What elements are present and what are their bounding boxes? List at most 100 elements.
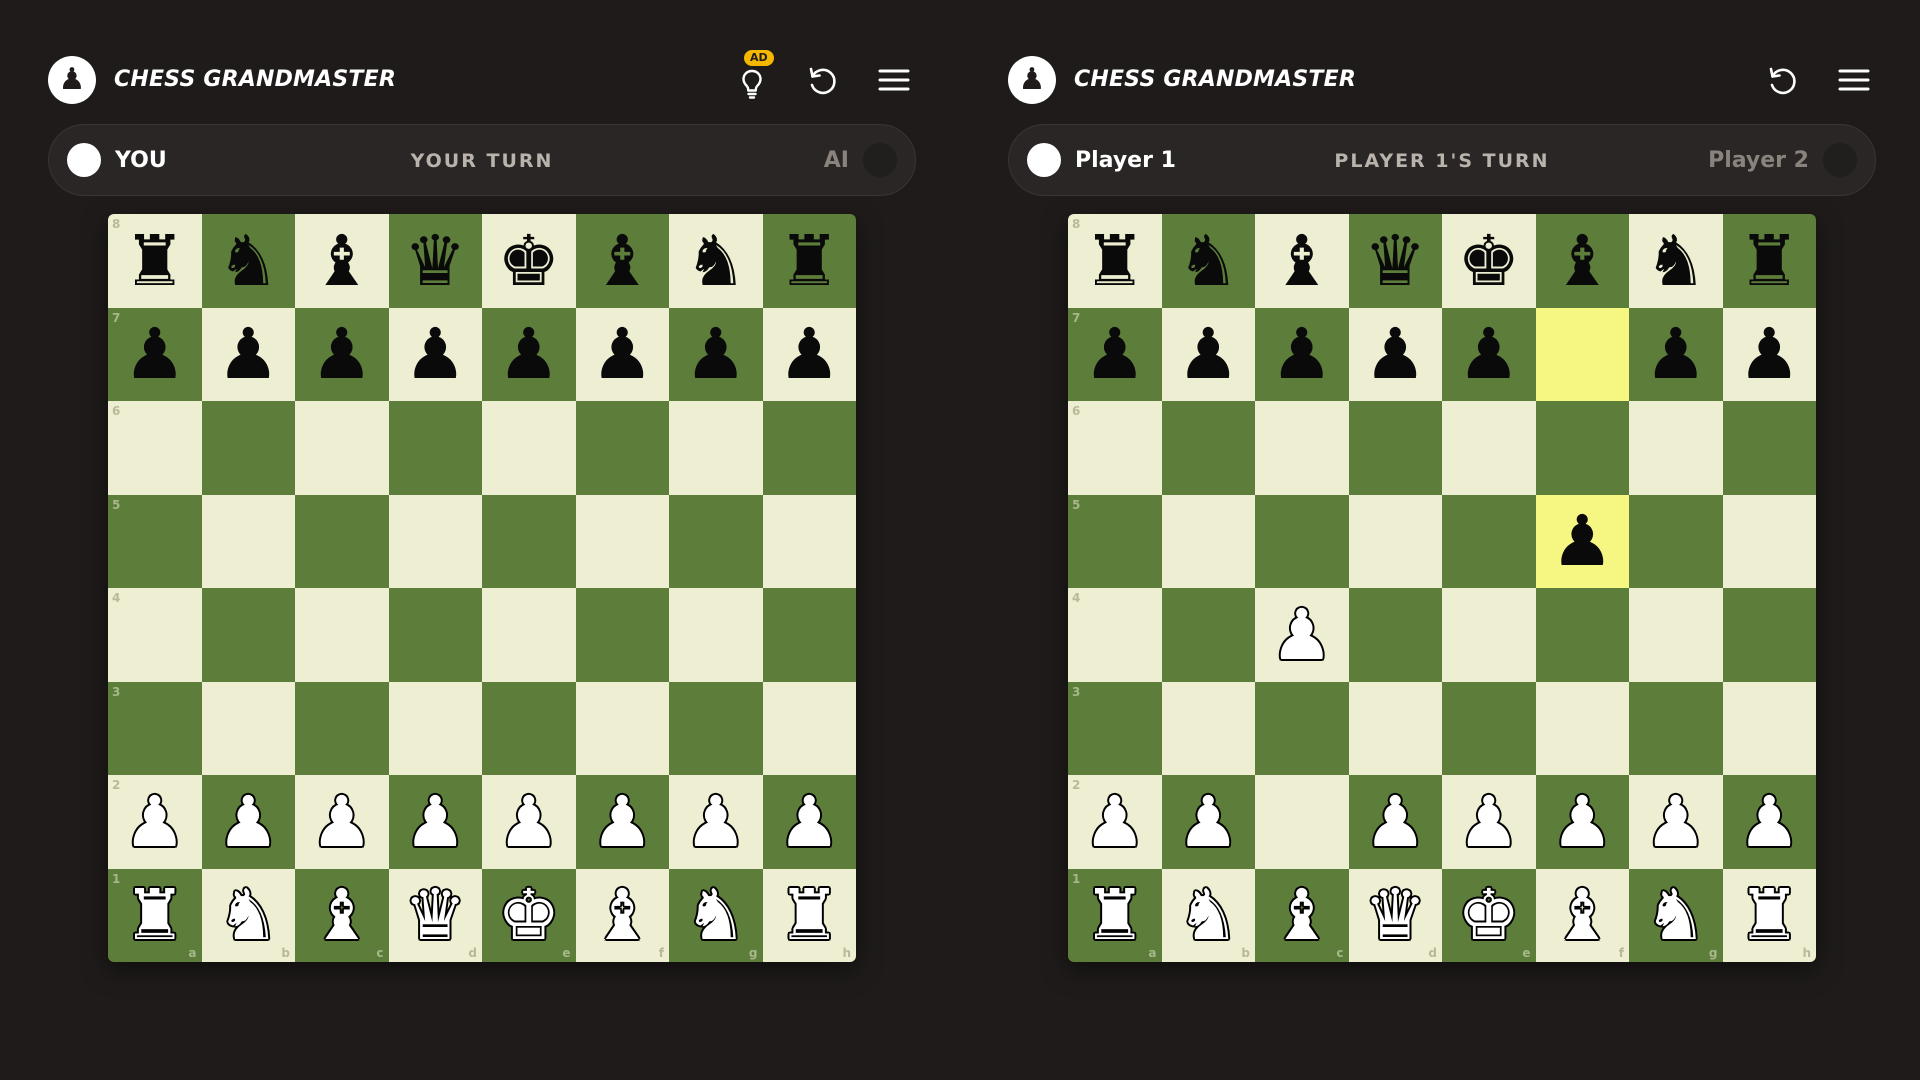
square-f7[interactable] xyxy=(1535,307,1629,401)
black-knight-icon[interactable]: ♞ xyxy=(1644,226,1707,296)
square-e2[interactable]: ♟ xyxy=(482,775,576,869)
black-bishop-icon[interactable]: ♝ xyxy=(1551,226,1614,296)
undo-button[interactable] xyxy=(1758,56,1806,104)
square-c5[interactable] xyxy=(295,494,389,588)
square-f5[interactable] xyxy=(575,494,669,588)
square-g3[interactable] xyxy=(669,681,763,775)
square-f1[interactable]: f ♝ xyxy=(1535,868,1629,962)
square-c6[interactable] xyxy=(295,401,389,495)
square-c3[interactable] xyxy=(1255,681,1349,775)
square-d6[interactable] xyxy=(388,401,482,495)
square-g8[interactable]: ♞ xyxy=(1629,214,1723,308)
square-h5[interactable] xyxy=(1722,494,1816,588)
square-d5[interactable] xyxy=(1348,494,1442,588)
square-h5[interactable] xyxy=(762,494,856,588)
black-bishop-icon[interactable]: ♝ xyxy=(591,226,654,296)
square-d3[interactable] xyxy=(388,681,482,775)
white-rook-icon[interactable]: ♜ xyxy=(123,880,186,950)
square-h1[interactable]: h ♜ xyxy=(762,868,856,962)
square-a5[interactable]: 5 xyxy=(108,494,202,588)
square-d4[interactable] xyxy=(388,588,482,682)
square-c7[interactable]: ♟ xyxy=(1255,307,1349,401)
square-a1[interactable]: 1 a ♜ xyxy=(1068,868,1162,962)
square-g5[interactable] xyxy=(1629,494,1723,588)
square-a6[interactable]: 6 xyxy=(108,401,202,495)
square-e1[interactable]: e ♚ xyxy=(1442,868,1536,962)
white-pawn-icon[interactable]: ♟ xyxy=(497,787,560,857)
square-e4[interactable] xyxy=(482,588,576,682)
square-d6[interactable] xyxy=(1348,401,1442,495)
square-g6[interactable] xyxy=(1629,401,1723,495)
square-b2[interactable]: ♟ xyxy=(201,775,295,869)
square-e1[interactable]: e ♚ xyxy=(482,868,576,962)
black-pawn-icon[interactable]: ♟ xyxy=(684,319,747,389)
black-pawn-icon[interactable]: ♟ xyxy=(123,319,186,389)
square-b6[interactable] xyxy=(1161,401,1255,495)
black-pawn-icon[interactable]: ♟ xyxy=(1177,319,1240,389)
square-b4[interactable] xyxy=(1161,588,1255,682)
square-g1[interactable]: g ♞ xyxy=(669,868,763,962)
white-pawn-icon[interactable]: ♟ xyxy=(591,787,654,857)
square-f6[interactable] xyxy=(1535,401,1629,495)
white-pawn-icon[interactable]: ♟ xyxy=(1551,787,1614,857)
black-pawn-icon[interactable]: ♟ xyxy=(1644,319,1707,389)
square-e7[interactable]: ♟ xyxy=(1442,307,1536,401)
square-f5[interactable]: ♟ xyxy=(1535,494,1629,588)
black-pawn-icon[interactable]: ♟ xyxy=(1270,319,1333,389)
white-pawn-icon[interactable]: ♟ xyxy=(1177,787,1240,857)
black-king-icon[interactable]: ♚ xyxy=(497,226,560,296)
square-e3[interactable] xyxy=(1442,681,1536,775)
black-rook-icon[interactable]: ♜ xyxy=(123,226,186,296)
white-rook-icon[interactable]: ♜ xyxy=(1738,880,1801,950)
white-rook-icon[interactable]: ♜ xyxy=(778,880,841,950)
square-g2[interactable]: ♟ xyxy=(669,775,763,869)
square-h2[interactable]: ♟ xyxy=(762,775,856,869)
square-a8[interactable]: 8 ♜ xyxy=(1068,214,1162,308)
square-h3[interactable] xyxy=(1722,681,1816,775)
square-e2[interactable]: ♟ xyxy=(1442,775,1536,869)
square-a7[interactable]: 7 ♟ xyxy=(1068,307,1162,401)
square-a2[interactable]: 2 ♟ xyxy=(108,775,202,869)
white-queen-icon[interactable]: ♛ xyxy=(404,880,467,950)
square-f1[interactable]: f ♝ xyxy=(575,868,669,962)
square-d2[interactable]: ♟ xyxy=(388,775,482,869)
menu-button[interactable] xyxy=(1830,56,1878,104)
square-h2[interactable]: ♟ xyxy=(1722,775,1816,869)
white-king-icon[interactable]: ♚ xyxy=(497,880,560,950)
square-b7[interactable]: ♟ xyxy=(1161,307,1255,401)
square-g5[interactable] xyxy=(669,494,763,588)
white-pawn-icon[interactable]: ♟ xyxy=(1364,787,1427,857)
square-f7[interactable]: ♟ xyxy=(575,307,669,401)
black-rook-icon[interactable]: ♜ xyxy=(1738,226,1801,296)
white-knight-icon[interactable]: ♞ xyxy=(217,880,280,950)
square-d2[interactable]: ♟ xyxy=(1348,775,1442,869)
square-a3[interactable]: 3 xyxy=(108,681,202,775)
white-king-icon[interactable]: ♚ xyxy=(1457,880,1520,950)
square-f6[interactable] xyxy=(575,401,669,495)
black-pawn-icon[interactable]: ♟ xyxy=(778,319,841,389)
white-pawn-icon[interactable]: ♟ xyxy=(217,787,280,857)
black-bishop-icon[interactable]: ♝ xyxy=(1270,226,1333,296)
white-bishop-icon[interactable]: ♝ xyxy=(310,880,373,950)
square-h7[interactable]: ♟ xyxy=(762,307,856,401)
white-pawn-icon[interactable]: ♟ xyxy=(1644,787,1707,857)
square-h1[interactable]: h ♜ xyxy=(1722,868,1816,962)
square-e7[interactable]: ♟ xyxy=(482,307,576,401)
square-b1[interactable]: b ♞ xyxy=(201,868,295,962)
black-pawn-icon[interactable]: ♟ xyxy=(310,319,373,389)
black-bishop-icon[interactable]: ♝ xyxy=(310,226,373,296)
square-d7[interactable]: ♟ xyxy=(388,307,482,401)
square-b3[interactable] xyxy=(1161,681,1255,775)
square-e3[interactable] xyxy=(482,681,576,775)
square-c3[interactable] xyxy=(295,681,389,775)
black-pawn-icon[interactable]: ♟ xyxy=(1551,506,1614,576)
square-c5[interactable] xyxy=(1255,494,1349,588)
menu-button[interactable] xyxy=(870,56,918,104)
black-pawn-icon[interactable]: ♟ xyxy=(404,319,467,389)
white-bishop-icon[interactable]: ♝ xyxy=(591,880,654,950)
square-b1[interactable]: b ♞ xyxy=(1161,868,1255,962)
black-rook-icon[interactable]: ♜ xyxy=(778,226,841,296)
square-b8[interactable]: ♞ xyxy=(201,214,295,308)
square-e5[interactable] xyxy=(482,494,576,588)
black-knight-icon[interactable]: ♞ xyxy=(1177,226,1240,296)
